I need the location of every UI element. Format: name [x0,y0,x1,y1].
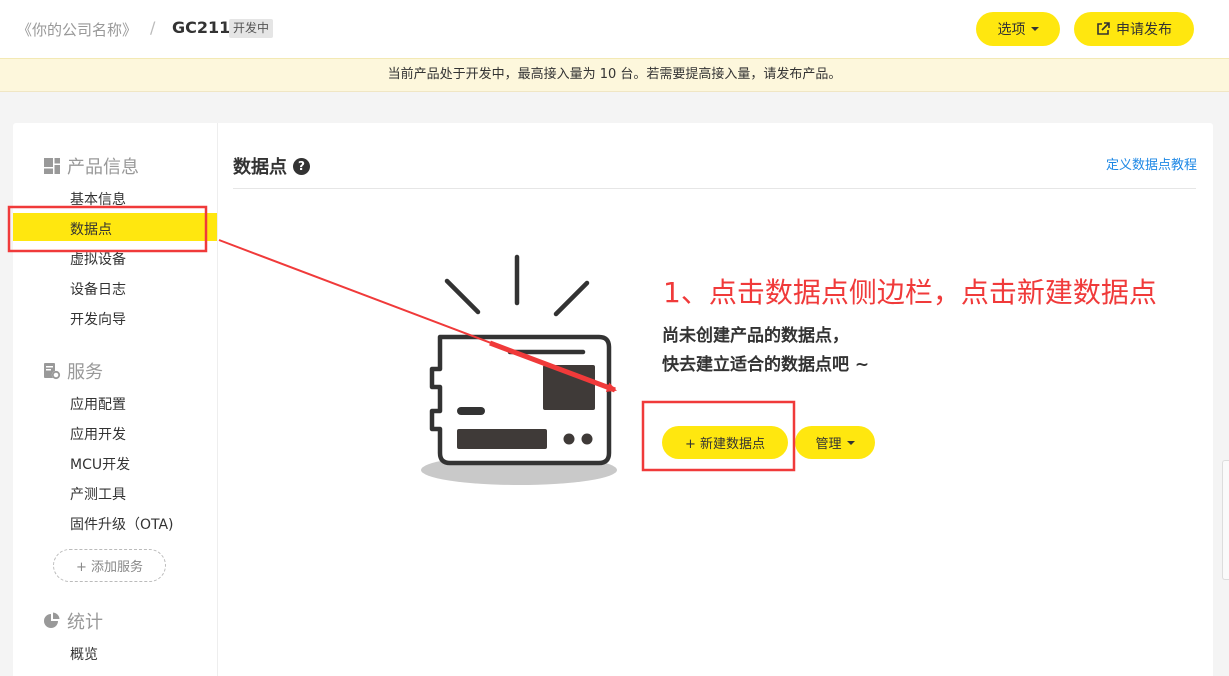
publish-label: 申请发布 [1116,22,1172,38]
sidebar-item-mcu-dev[interactable]: MCU开发 [70,454,130,474]
empty-state-line2: 快去建立适合的数据点吧 ~ [662,355,870,375]
section-title-stats: 统计 [67,612,103,633]
sidebar-item-ota[interactable]: 固件升级（OTA) [70,514,174,534]
top-bar: 《你的公司名称》 / GC211 开发中 选项 申请发布 [0,0,1229,58]
caret-down-icon [1030,27,1039,31]
sidebar-section-stats: 统计 [43,608,103,634]
sidebar-section-product-info: 产品信息 [43,153,139,179]
empty-device-illustration [421,254,617,485]
dev-notice-banner: 当前产品处于开发中，最高接入量为 10 台。若需要提高接入量，请发布产品。 [0,58,1229,92]
add-service-button[interactable]: + 添加服务 [53,549,166,582]
sidebar-item-device-log[interactable]: 设备日志 [70,279,126,299]
page-title: 数据点 ? [233,153,310,179]
sidebar-item-app-config[interactable]: 应用配置 [70,394,126,414]
title-divider [233,188,1196,189]
sidebar-item-virtual-device[interactable]: 虚拟设备 [70,249,126,269]
sidebar: 产品信息 基本信息 数据点 虚拟设备 设备日志 开发向导 服务 应用配置 应用开… [13,123,218,676]
sidebar-item-dev-guide[interactable]: 开发向导 [70,309,126,329]
empty-state-line1: 尚未创建产品的数据点， [662,326,849,346]
page-title-text: 数据点 [233,157,287,178]
apply-publish-button[interactable]: 申请发布 [1074,12,1194,46]
sidebar-item-basic-info[interactable]: 基本信息 [70,189,126,209]
content-card: 产品信息 基本信息 数据点 虚拟设备 设备日志 开发向导 服务 应用配置 应用开… [13,123,1213,676]
datapoint-tutorial-link[interactable]: 定义数据点教程 [1106,154,1197,173]
section-title-product-info: 产品信息 [67,157,139,178]
breadcrumb-product: GC211 [172,18,231,37]
grid-icon [44,158,60,174]
side-scroll-handle[interactable] [1222,460,1229,580]
sidebar-item-datapoints[interactable]: 数据点 [70,219,112,239]
empty-state-message: 尚未创建产品的数据点， 快去建立适合的数据点吧 ~ [662,322,869,380]
annotation-instruction: 1、点击数据点侧边栏，点击新建数据点 [663,276,1157,309]
help-icon[interactable]: ? [293,157,310,175]
status-badge: 开发中 [229,19,274,38]
breadcrumb-company[interactable]: 《你的公司名称》 [17,19,137,40]
sidebar-item-app-dev[interactable]: 应用开发 [70,424,126,444]
sidebar-active-highlight [13,213,217,241]
sidebar-section-services: 服务 [43,358,103,384]
options-label: 选项 [997,22,1026,38]
external-link-icon [1097,22,1110,35]
options-dropdown-button[interactable]: 选项 [976,12,1060,46]
manage-label: 管理 [815,437,842,452]
breadcrumb-separator: / [150,18,156,37]
sidebar-item-test-tools[interactable]: 产测工具 [70,484,126,504]
manage-dropdown-button[interactable]: 管理 [795,426,875,459]
service-gear-icon [44,363,61,380]
caret-down-icon [846,440,855,445]
pie-chart-icon [44,612,60,628]
new-datapoint-button[interactable]: + 新建数据点 [662,426,788,459]
sidebar-item-overview[interactable]: 概览 [70,644,98,664]
section-title-services: 服务 [67,362,103,383]
